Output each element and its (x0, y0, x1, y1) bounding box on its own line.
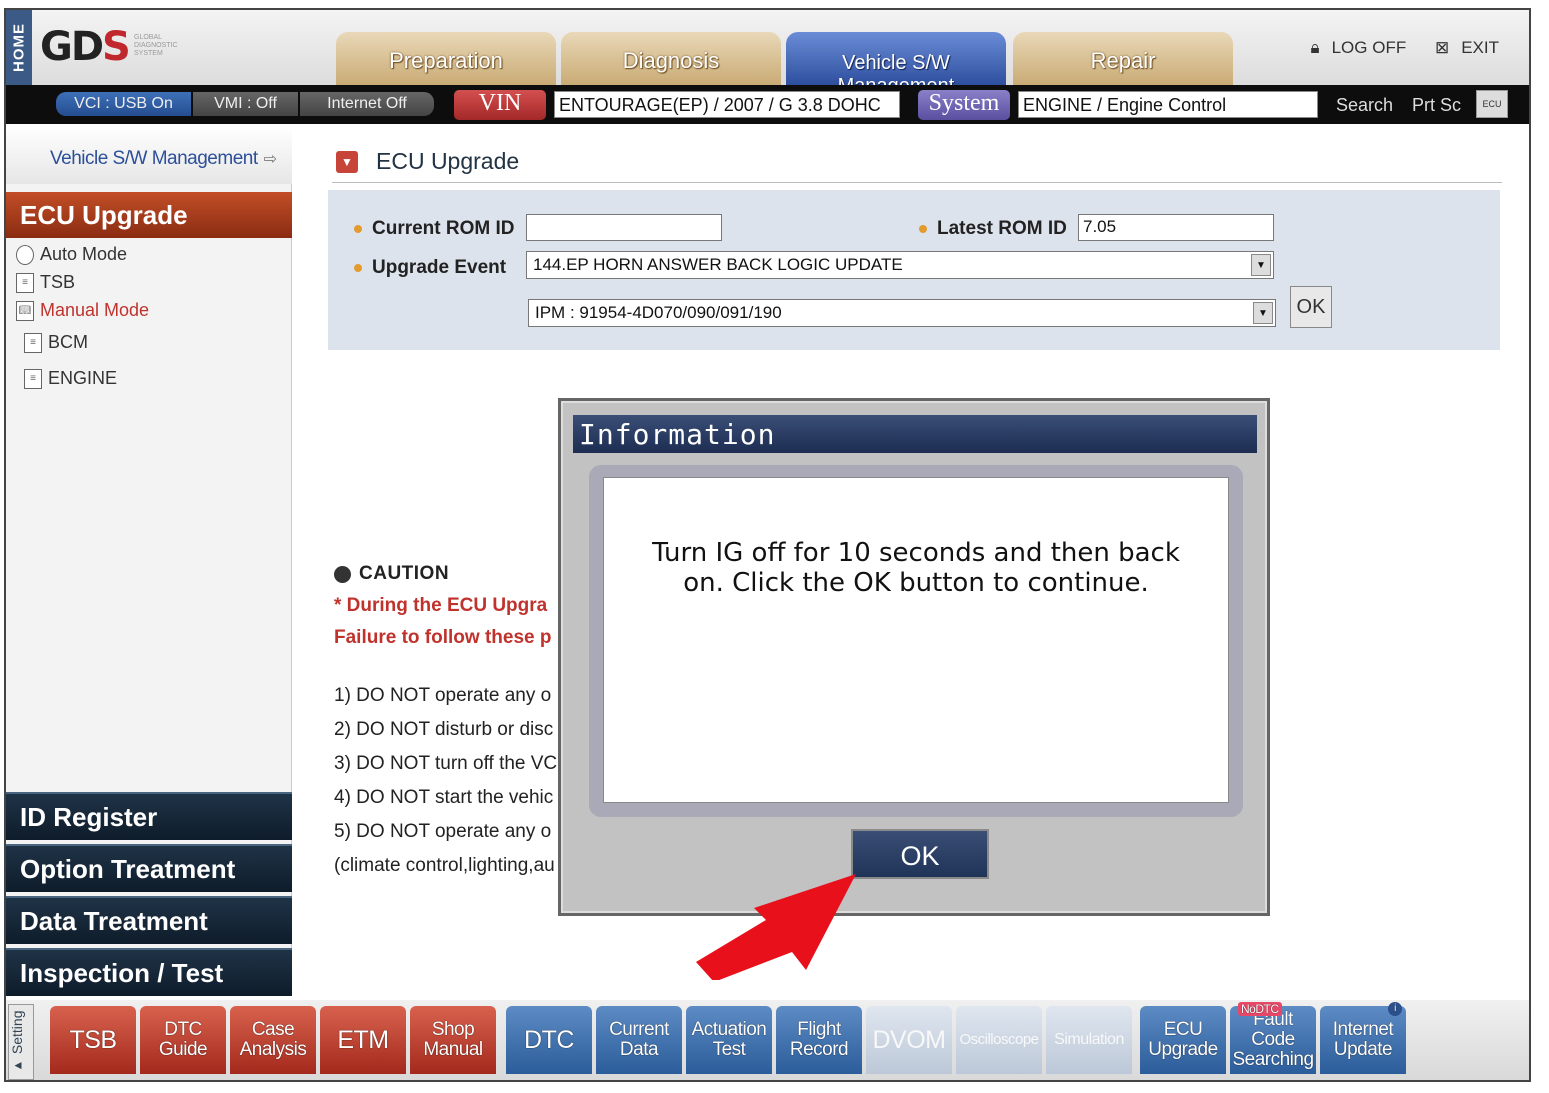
dialog-title: Information (573, 415, 1257, 453)
status-bar: VCI : USB On VMI : Off Internet Off VIN … (6, 85, 1529, 124)
header: HOME GDS GLOBAL DIAGNOSTIC SYSTEM Prepar… (6, 10, 1529, 97)
sidebar-item-auto-mode[interactable]: Auto Mode (16, 244, 127, 265)
upgrade-event-label: Upgrade Event (354, 257, 506, 279)
sidebar: Vehicle S/W Management ⇨ ECU Upgrade Auto… (6, 126, 292, 996)
sidebar-section-ecu-upgrade[interactable]: ECU Upgrade (6, 192, 292, 238)
ecu-icon[interactable]: ECU (1476, 90, 1508, 118)
current-data-button[interactable]: Current Data (596, 1006, 682, 1074)
latest-rom-label: Latest ROM ID (919, 218, 1067, 240)
triangle-icon: ▸ (9, 1057, 25, 1074)
chevron-down-icon[interactable]: ▼ (1251, 254, 1271, 276)
gds-logo: GDS (40, 24, 131, 70)
caution-heading: CAUTION (334, 563, 564, 585)
latest-rom-field[interactable]: 7.05 (1078, 214, 1274, 241)
caution-rule: 4) DO NOT start the vehic (334, 787, 554, 808)
disc-icon (16, 244, 34, 265)
shop-manual-button[interactable]: Shop Manual (410, 1006, 496, 1074)
search-button[interactable]: Search (1336, 95, 1393, 116)
caution-rule: 1) DO NOT operate any o (334, 685, 552, 706)
internet-update-button[interactable]: i Internet Update (1320, 1002, 1406, 1074)
simulation-button: Simulation (1046, 1006, 1132, 1074)
book-icon: 📖︎ (16, 300, 34, 321)
dialog-message: Turn IG off for 10 seconds and then back… (603, 477, 1229, 803)
sidebar-section-id-register[interactable]: ID Register (6, 792, 292, 840)
tsb-button[interactable]: TSB (50, 1006, 136, 1074)
sidebar-section-option-treatment[interactable]: Option Treatment (6, 844, 292, 892)
tab-repair[interactable]: Repair (1013, 32, 1233, 87)
document-icon: ≡ (24, 368, 42, 389)
oscilloscope-button: Oscilloscope (956, 1006, 1042, 1074)
case-analysis-button[interactable]: Case Analysis (230, 1006, 316, 1074)
vin-button[interactable]: VIN (454, 90, 546, 120)
sidebar-section-data-treatment[interactable]: Data Treatment (6, 896, 292, 944)
info-icon: i (1388, 1002, 1402, 1016)
lock-icon: 🔒︎ (1310, 38, 1320, 57)
exit-icon: ⊠ (1434, 38, 1450, 57)
form-ok-button[interactable]: OK (1290, 286, 1332, 328)
vin-field: ENTOURAGE(EP) / 2007 / G 3.8 DOHC (554, 91, 900, 118)
caution-rule: (climate control,lighting,au (334, 855, 555, 876)
sidebar-item-manual-mode[interactable]: 📖︎ Manual Mode (16, 300, 149, 321)
etm-button[interactable]: ETM (320, 1006, 406, 1074)
dtc-guide-button[interactable]: DTC Guide (140, 1006, 226, 1074)
sidebar-item-bcm[interactable]: ≡ BCM (24, 332, 88, 353)
system-field: ENGINE / Engine Control (1018, 91, 1318, 118)
ecu-upgrade-form: Current ROM ID Latest ROM ID 7.05 Upgrad… (328, 190, 1500, 350)
sidebar-item-tsb[interactable]: ≡ TSB (16, 272, 75, 293)
sidebar-section-inspection-test[interactable]: Inspection / Test (6, 948, 292, 996)
caution-rule: 5) DO NOT operate any o (334, 821, 552, 842)
dtc-button[interactable]: DTC (506, 1006, 592, 1074)
fault-code-searching-button[interactable]: NoDTC Fault Code Searching (1230, 1002, 1316, 1074)
current-rom-field[interactable] (526, 214, 722, 241)
print-screen-button[interactable]: Prt Sc (1412, 95, 1461, 116)
logo-subtitle: GLOBAL DIAGNOSTIC SYSTEM (134, 34, 178, 57)
caution-line: Failure to follow these p (334, 627, 552, 648)
tab-vehicle-sw-management[interactable]: Vehicle S/W Management (786, 32, 1006, 97)
exit-button[interactable]: ⊠ EXIT (1423, 38, 1499, 57)
caution-rule: 3) DO NOT turn off the VC (334, 753, 558, 774)
flight-record-button[interactable]: Flight Record (776, 1006, 862, 1074)
sidebar-header[interactable]: Vehicle S/W Management ⇨ (6, 126, 292, 184)
document-icon: ≡ (24, 332, 42, 353)
part-number-select[interactable]: IPM : 91954-4D070/090/091/190 ▼ (528, 299, 1276, 327)
page-title: ▼ ECU Upgrade (332, 148, 1502, 183)
nodtc-badge: NoDTC (1238, 1002, 1282, 1016)
system-button[interactable]: System (918, 90, 1010, 120)
document-icon: ≡ (16, 272, 34, 293)
home-button[interactable]: HOME (6, 10, 32, 85)
red-arrow-icon (696, 874, 856, 980)
vci-status: VCI : USB On (56, 92, 191, 116)
ecu-upgrade-button[interactable]: ECU Upgrade (1140, 1006, 1226, 1074)
log-off-button[interactable]: 🔒︎ LOG OFF (1299, 38, 1407, 57)
caution-notice: CAUTION * During the ECU Upgra Failure t… (334, 563, 564, 877)
actuation-test-button[interactable]: Actuation Test (686, 1006, 772, 1074)
gds-window: HOME GDS GLOBAL DIAGNOSTIC SYSTEM Prepar… (4, 8, 1531, 1082)
dialog-frame: Turn IG off for 10 seconds and then back… (589, 465, 1243, 817)
dvom-button: DVOM (866, 1006, 952, 1074)
setting-button[interactable]: ▸ Setting (8, 1004, 34, 1080)
current-rom-label: Current ROM ID (354, 218, 515, 240)
internet-status: Internet Off (300, 92, 434, 116)
sidebar-item-engine[interactable]: ≡ ENGINE (24, 368, 117, 389)
caution-line: * During the ECU Upgra (334, 595, 548, 616)
chevron-down-icon[interactable]: ▼ (1253, 302, 1273, 324)
vmi-status: VMI : Off (193, 92, 298, 116)
arrow-right-icon: ⇨ (263, 151, 277, 168)
tab-diagnosis[interactable]: Diagnosis (561, 32, 781, 87)
information-dialog: Information Turn IG off for 10 seconds a… (558, 398, 1270, 916)
top-right-controls: 🔒︎ LOG OFF ⊠ EXIT (1287, 38, 1499, 58)
caution-rule: 2) DO NOT disturb or disc (334, 719, 554, 740)
upgrade-event-select[interactable]: 144.EP HORN ANSWER BACK LOGIC UPDATE ▼ (526, 251, 1274, 279)
tab-preparation[interactable]: Preparation (336, 32, 556, 87)
bottom-toolbar: ▸ Setting TSB DTC Guide Case Analysis ET… (6, 1000, 1529, 1080)
collapse-icon[interactable]: ▼ (336, 150, 358, 173)
